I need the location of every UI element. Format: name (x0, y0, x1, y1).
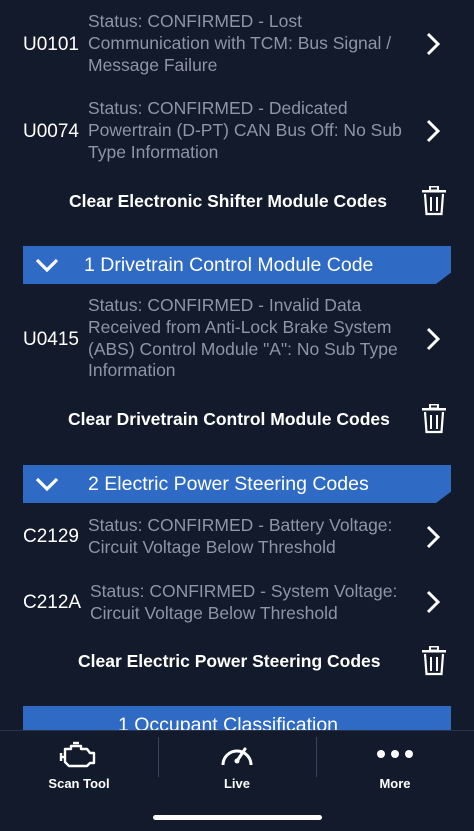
code-status: Status: CONFIRMED - Invalid Data Receive… (88, 295, 398, 381)
code-label: C2129 (23, 526, 79, 547)
section-header-drivetrain[interactable]: 1 Drivetrain Control Module Code (23, 246, 451, 284)
code-status: Status: CONFIRMED - Lost Communication w… (88, 11, 392, 75)
chevron-right-icon (426, 32, 441, 56)
code-row-u0101[interactable]: U0101 Status: CONFIRMED - Lost Communica… (0, 10, 474, 78)
code-label: U0101 (23, 34, 79, 55)
tab-label: Scan Tool (48, 776, 110, 791)
tab-label: Live (223, 776, 250, 791)
code-label: U0074 (23, 121, 79, 142)
tab-more[interactable]: More (316, 731, 474, 811)
chevron-down-icon (35, 258, 59, 273)
code-row-u0415[interactable]: U0415 Status: CONFIRMED - Invalid Data R… (0, 295, 474, 385)
code-status: Status: CONFIRMED - System Voltage: Circ… (90, 581, 398, 623)
code-label: C212A (23, 592, 82, 613)
clear-label: Clear Electronic Shifter Module Codes (69, 191, 387, 211)
clear-drivetrain-codes-button[interactable]: Clear Drivetrain Control Module Codes (0, 399, 474, 439)
chevron-right-icon (426, 525, 441, 549)
gauge-icon (221, 747, 253, 766)
trash-icon[interactable] (421, 186, 447, 216)
engine-icon (59, 741, 96, 768)
code-row-c212a[interactable]: C212A Status: CONFIRMED - System Voltage… (0, 580, 474, 626)
section-title: 1 Drivetrain Control Module Code (84, 254, 374, 276)
code-row-c2129[interactable]: C2129 Status: CONFIRMED - Battery Voltag… (0, 514, 474, 560)
tab-scan-tool[interactable]: Scan Tool (0, 731, 158, 811)
more-dots-icon (377, 750, 413, 758)
chevron-down-icon (35, 477, 59, 492)
section-title: 2 Electric Power Steering Codes (88, 473, 369, 495)
chevron-right-icon (426, 590, 441, 614)
clear-shifter-codes-button[interactable]: Clear Electronic Shifter Module Codes (0, 181, 474, 221)
tab-live[interactable]: Live (158, 731, 316, 811)
clear-power-steering-codes-button[interactable]: Clear Electric Power Steering Codes (0, 641, 474, 681)
clear-label: Clear Drivetrain Control Module Codes (68, 409, 390, 429)
section-header-power-steering[interactable]: 2 Electric Power Steering Codes (23, 465, 451, 503)
chevron-right-icon (426, 119, 441, 143)
code-row-u0074[interactable]: U0074 Status: CONFIRMED - Dedicated Powe… (0, 98, 474, 166)
code-status: Status: CONFIRMED - Battery Voltage: Cir… (88, 515, 393, 557)
code-status: Status: CONFIRMED - Dedicated Powertrain… (88, 98, 402, 162)
clear-label: Clear Electric Power Steering Codes (78, 651, 381, 671)
home-indicator[interactable] (153, 815, 322, 820)
chevron-right-icon (426, 327, 441, 351)
code-label: U0415 (23, 329, 79, 350)
trash-icon[interactable] (421, 404, 447, 434)
trash-icon[interactable] (421, 646, 447, 676)
tab-label: More (379, 776, 411, 791)
